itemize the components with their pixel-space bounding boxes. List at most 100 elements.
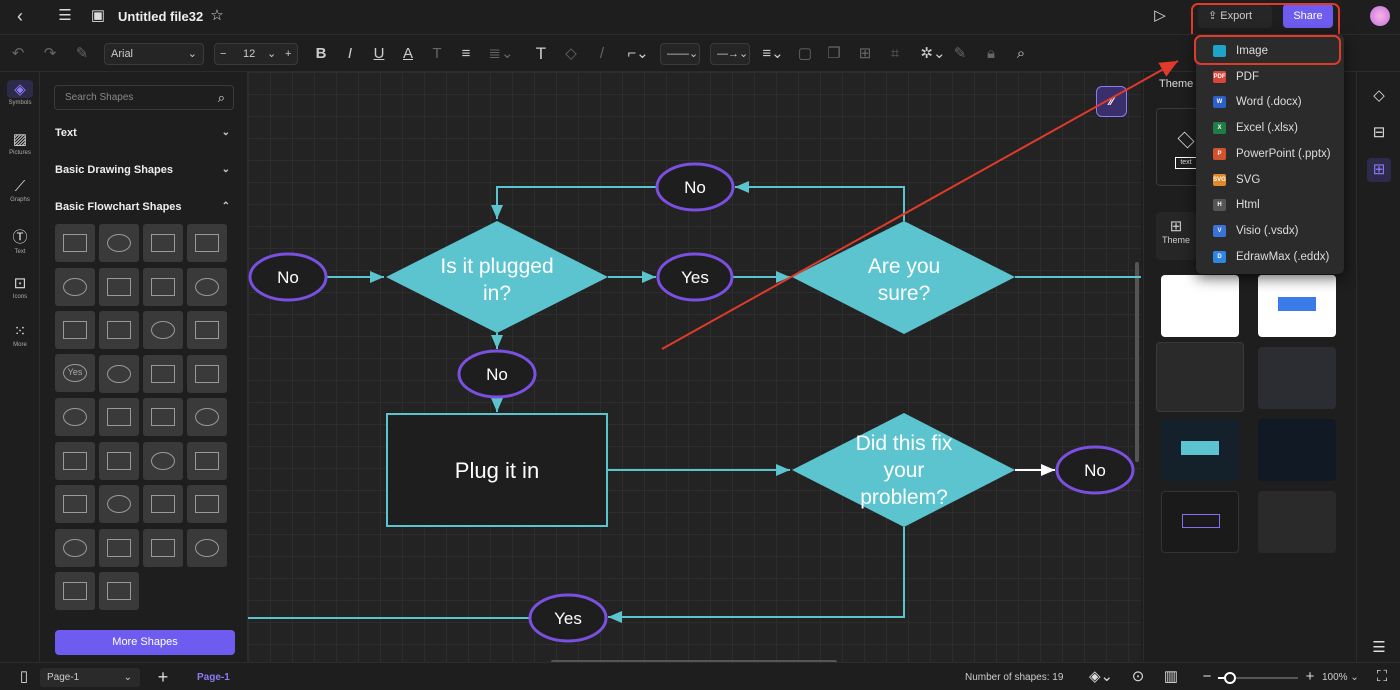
arrange-icon[interactable]: ❐	[826, 44, 842, 64]
font-select[interactable]: Arial ⌄	[104, 43, 204, 65]
category-basic-flowchart[interactable]: Basic Flowchart Shapes ⌃	[55, 201, 230, 213]
shape-item[interactable]	[143, 267, 183, 306]
shape-item[interactable]	[55, 311, 95, 349]
page-select[interactable]: Page-1 ⌄	[40, 668, 140, 687]
panel-toggle-icon[interactable]: ▯	[14, 667, 34, 687]
font-color-icon[interactable]: A	[400, 44, 416, 64]
vertical-scrollbar[interactable]	[1135, 262, 1139, 462]
shape-item[interactable]	[55, 572, 95, 610]
theme-option[interactable]	[1258, 275, 1336, 337]
undo-icon[interactable]: ↶	[10, 44, 26, 64]
edit-icon[interactable]: ✎	[952, 44, 968, 64]
avatar[interactable]	[1370, 6, 1390, 26]
zoom-select[interactable]: 100% ⌄	[1322, 672, 1359, 683]
shape-item[interactable]	[143, 224, 183, 262]
shape-item[interactable]	[99, 572, 139, 610]
underline-icon[interactable]: U	[371, 44, 387, 64]
shape-item[interactable]	[55, 485, 95, 523]
theme-option[interactable]	[1258, 491, 1336, 553]
theme-option[interactable]	[1161, 275, 1239, 337]
search-shapes-input[interactable]: Search Shapes ⌕	[54, 85, 234, 110]
category-text[interactable]: Text ⌄	[55, 127, 230, 139]
theme-option[interactable]	[1258, 347, 1336, 409]
shape-item[interactable]	[187, 354, 227, 393]
nav-graphs[interactable]: ⟋ Graphs	[0, 178, 40, 203]
line-weight-icon[interactable]: ≡⌄	[760, 44, 786, 64]
export-option[interactable]: W Word (.docx)	[1196, 89, 1344, 115]
shape-item[interactable]	[55, 267, 95, 306]
shape-item[interactable]	[99, 354, 139, 393]
theme-option[interactable]	[1161, 491, 1239, 553]
font-size-stepper[interactable]: −12 ⌄ +	[214, 43, 298, 65]
export-option[interactable]: SVG SVG	[1196, 167, 1344, 193]
shape-item[interactable]	[99, 224, 139, 262]
layers-icon[interactable]: ◈⌄	[1088, 667, 1114, 687]
search-icon[interactable]: ⌕	[218, 86, 225, 109]
shape-item[interactable]	[187, 267, 227, 306]
text-highlight-icon[interactable]: T	[429, 44, 445, 64]
nav-icons[interactable]: ⊡ Icons	[0, 274, 40, 300]
shape-item[interactable]	[143, 398, 183, 436]
line-color-icon[interactable]: /	[594, 44, 610, 64]
font-size-value[interactable]: 12	[243, 44, 255, 64]
shape-item[interactable]	[99, 528, 139, 567]
zoom-slider-handle[interactable]	[1224, 672, 1236, 684]
export-option[interactable]: PDF PDF	[1196, 64, 1344, 90]
export-option[interactable]: Image	[1196, 38, 1344, 64]
zoom-slider[interactable]	[1218, 672, 1298, 684]
export-option[interactable]: V Visio (.vsdx)	[1196, 218, 1344, 244]
text-tool-icon[interactable]: T	[533, 44, 549, 64]
nav-text[interactable]: Ⓣ Text	[0, 226, 40, 255]
focus-icon[interactable]: ⊙	[1128, 667, 1148, 687]
export-option[interactable]: X Excel (.xlsx)	[1196, 115, 1344, 141]
minus-icon[interactable]: −	[220, 44, 226, 64]
redo-icon[interactable]: ↷	[42, 44, 58, 64]
zoom-in-icon[interactable]: +	[1303, 667, 1317, 687]
find-replace-icon[interactable]: ⌕	[1013, 44, 1029, 64]
shape-item[interactable]	[187, 311, 227, 349]
group-icon[interactable]: ▢	[797, 44, 813, 64]
align-objects-icon[interactable]: ⊞	[857, 44, 873, 64]
shape-item[interactable]	[99, 485, 139, 523]
shape-item[interactable]	[143, 441, 183, 480]
italic-icon[interactable]: I	[342, 44, 358, 64]
category-basic-drawing[interactable]: Basic Drawing Shapes ⌄	[55, 164, 230, 176]
export-option[interactable]: P PowerPoint (.pptx)	[1196, 141, 1344, 167]
export-option[interactable]: H Html	[1196, 192, 1344, 218]
shape-item[interactable]	[143, 311, 183, 349]
ai-assistant-icon[interactable]: ⁄⁄	[1096, 86, 1127, 117]
shape-item[interactable]	[55, 441, 95, 480]
menu-icon[interactable]: ☰	[55, 6, 75, 26]
shape-yes-ellipse[interactable]: Yes	[55, 354, 95, 392]
plus-icon[interactable]: +	[285, 44, 291, 64]
star-icon[interactable]: ☆	[207, 6, 227, 26]
shape-item[interactable]	[187, 398, 227, 436]
nav-pictures[interactable]: ▨ Pictures	[0, 130, 40, 156]
shape-item[interactable]	[99, 267, 139, 306]
settings-icon[interactable]: ☰	[1369, 638, 1389, 658]
lock-icon[interactable]: 🔒︎	[983, 44, 999, 64]
export-option[interactable]: D EdrawMax (.eddx)	[1196, 244, 1344, 270]
line-spacing-icon[interactable]: ≣⌄	[488, 44, 514, 64]
shape-item[interactable]	[99, 398, 139, 436]
shape-item[interactable]	[187, 528, 227, 567]
shape-item[interactable]	[55, 528, 95, 567]
file-title[interactable]: Untitled file32	[118, 9, 203, 24]
shape-item[interactable]	[143, 485, 183, 523]
nav-symbols[interactable]: ◈ Symbols	[0, 80, 40, 106]
align-icon[interactable]: ≡	[458, 44, 474, 64]
shape-item[interactable]	[55, 224, 95, 262]
arrow-style-select[interactable]: —→⌄	[710, 43, 750, 65]
theme-grid-icon[interactable]: ⊞	[1367, 158, 1391, 182]
nav-more[interactable]: ⁙ More	[0, 322, 40, 348]
play-icon[interactable]: ▷	[1150, 6, 1170, 26]
theme-option[interactable]	[1156, 342, 1244, 412]
bold-icon[interactable]: B	[313, 44, 329, 64]
line-style-select[interactable]: ——⌄	[660, 43, 700, 65]
shape-item[interactable]	[143, 354, 183, 393]
shape-item[interactable]	[143, 528, 183, 567]
properties-icon[interactable]: ⊟	[1369, 123, 1389, 143]
add-page-icon[interactable]: +	[153, 667, 173, 687]
save-icon[interactable]: ▣	[88, 6, 108, 26]
fullscreen-icon[interactable]: ⛶	[1372, 667, 1392, 687]
